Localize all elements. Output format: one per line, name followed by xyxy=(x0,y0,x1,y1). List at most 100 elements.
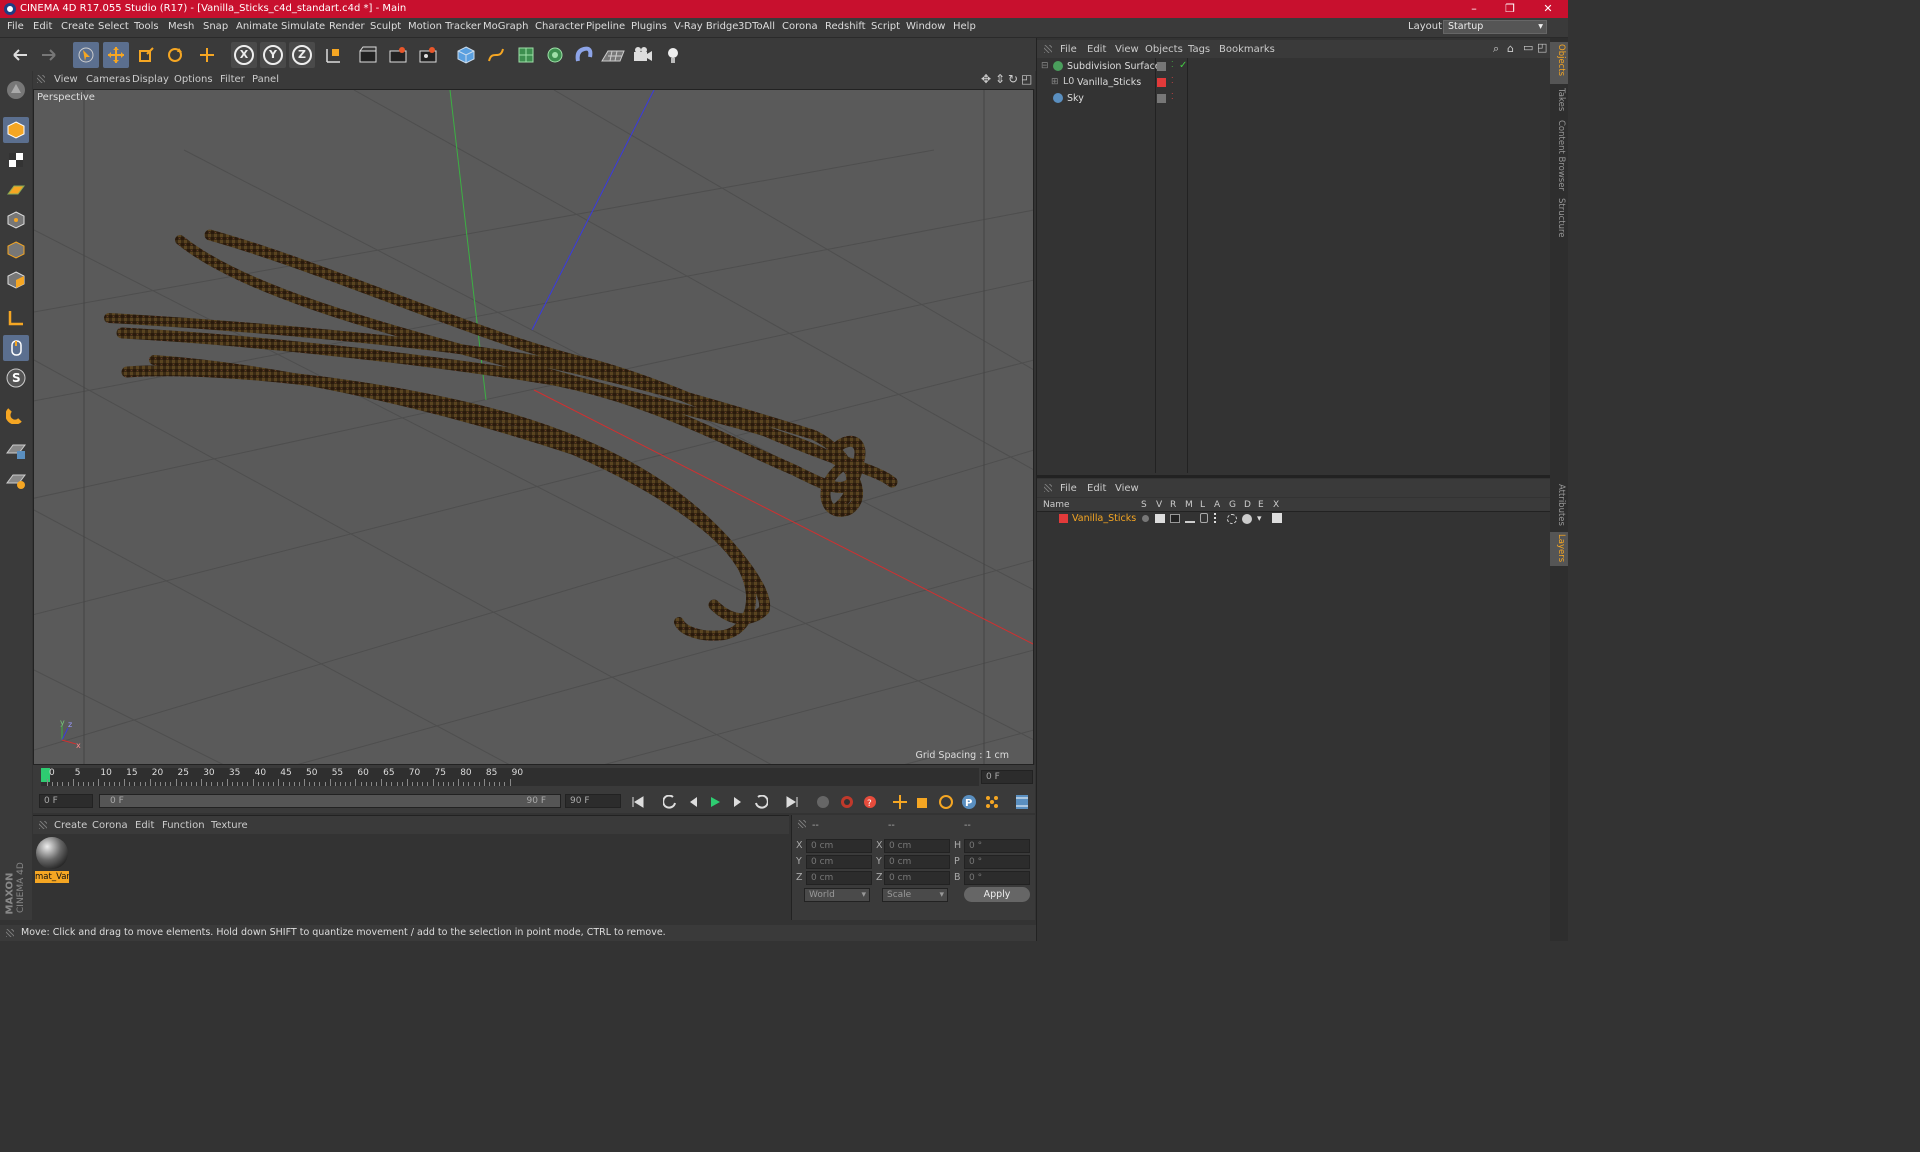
vp-menu-options[interactable]: Options xyxy=(174,74,213,85)
cube-icon[interactable] xyxy=(453,42,479,68)
object-row-sky[interactable]: Sky ⁚ xyxy=(1041,92,1920,108)
key-parameter-icon[interactable]: P xyxy=(960,793,978,811)
obj-menu-view[interactable]: View xyxy=(1115,44,1139,55)
coord-rotation-field[interactable]: 0 ° xyxy=(964,855,1030,869)
menu-snap[interactable]: Snap xyxy=(203,21,228,32)
mat-menu-corona[interactable]: Corona xyxy=(92,820,128,831)
panel-maximize-icon[interactable]: ◰ xyxy=(1537,41,1547,54)
transform-icon[interactable] xyxy=(194,42,220,68)
visibility-dots-icon[interactable]: ⁚ xyxy=(1171,76,1174,85)
maximize-button[interactable]: ❐ xyxy=(1492,0,1528,18)
solo-icon[interactable] xyxy=(3,467,29,493)
coord-size-field[interactable]: 0 cm xyxy=(884,855,950,869)
next-frame-icon[interactable] xyxy=(729,793,747,811)
home-icon[interactable]: ⌂ xyxy=(1507,42,1514,55)
key-pla-icon[interactable] xyxy=(983,793,1001,811)
tab-attributes[interactable]: Attributes xyxy=(1552,484,1566,526)
go-to-end-icon[interactable] xyxy=(783,793,801,811)
menu-window[interactable]: Window xyxy=(906,21,945,32)
vp-menu-panel[interactable]: Panel xyxy=(252,74,279,85)
menu-select[interactable]: Select xyxy=(98,21,129,32)
menu-script[interactable]: Script xyxy=(871,21,900,32)
menu-mograph[interactable]: MoGraph xyxy=(483,21,528,32)
coord-size-field[interactable]: 0 cm xyxy=(884,839,950,853)
vp-menu-cameras[interactable]: Cameras xyxy=(86,74,130,85)
polygons-mode-icon[interactable] xyxy=(3,267,29,293)
layer-menu-view[interactable]: View xyxy=(1115,483,1139,494)
layer-manager-icon[interactable] xyxy=(1185,514,1195,523)
z-axis-lock[interactable]: Z xyxy=(289,42,315,68)
menu-vray-bridge[interactable]: V-Ray Bridge xyxy=(674,21,738,32)
magnet-icon[interactable] xyxy=(3,401,29,427)
menu-mesh[interactable]: Mesh xyxy=(168,21,194,32)
previous-key-icon[interactable] xyxy=(661,793,679,811)
go-to-start-icon[interactable] xyxy=(629,793,647,811)
axis-icon[interactable] xyxy=(3,305,29,331)
coord-size-field[interactable]: 0 cm xyxy=(884,871,950,885)
menu-pipeline[interactable]: Pipeline xyxy=(586,21,625,32)
obj-menu-file[interactable]: File xyxy=(1060,44,1077,55)
deformer-icon[interactable] xyxy=(571,42,597,68)
layer-row[interactable]: Vanilla_Sticks ▾ xyxy=(1037,512,1551,526)
obj-menu-tags[interactable]: Tags xyxy=(1188,44,1210,55)
coord-rotation-field[interactable]: 0 ° xyxy=(964,839,1030,853)
viewport-perspective[interactable]: y z x Perspective Grid Spacing : 1 cm xyxy=(33,89,1034,765)
layout-dropdown[interactable]: Startup ▾ xyxy=(1443,20,1547,34)
pen-spline-icon[interactable] xyxy=(483,42,509,68)
model-mode-icon[interactable] xyxy=(3,117,29,143)
render-picture-viewer-icon[interactable] xyxy=(385,42,411,68)
mat-menu-texture[interactable]: Texture xyxy=(211,820,248,831)
coord-position-field[interactable]: 0 cm xyxy=(806,871,872,885)
layer-animation-icon[interactable] xyxy=(1214,513,1218,523)
texture-mode-icon[interactable] xyxy=(3,147,29,173)
start-frame-field[interactable]: 0 F xyxy=(39,794,93,808)
rotate-icon[interactable] xyxy=(162,42,188,68)
previous-frame-icon[interactable] xyxy=(684,793,702,811)
edges-mode-icon[interactable] xyxy=(3,237,29,263)
menu-3dtoall[interactable]: 3DToAll xyxy=(738,21,775,32)
tab-takes[interactable]: Takes xyxy=(1552,88,1566,111)
menu-plugins[interactable]: Plugins xyxy=(631,21,667,32)
mat-menu-edit[interactable]: Edit xyxy=(135,820,154,831)
select-icon[interactable] xyxy=(73,42,99,68)
redo-icon[interactable] xyxy=(36,42,62,68)
layer-render-icon[interactable] xyxy=(1170,514,1180,523)
tab-structure[interactable]: Structure xyxy=(1552,198,1566,238)
close-button[interactable]: ✕ xyxy=(1530,0,1566,18)
y-axis-lock[interactable]: Y xyxy=(260,42,286,68)
drag-handle-icon[interactable] xyxy=(798,820,806,828)
obj-menu-bookmarks[interactable]: Bookmarks xyxy=(1219,44,1275,55)
camera-icon[interactable] xyxy=(630,42,656,68)
scale-icon[interactable] xyxy=(133,42,159,68)
orbit-icon[interactable]: ↻ xyxy=(1008,72,1018,86)
zoom-icon[interactable]: ⇕ xyxy=(995,72,1005,86)
record-keys-icon[interactable] xyxy=(814,793,832,811)
enabled-check-icon[interactable]: ✓ xyxy=(1179,60,1187,71)
apply-button[interactable]: Apply xyxy=(964,887,1030,902)
vp-menu-view[interactable]: View xyxy=(54,74,78,85)
render-settings-icon[interactable] xyxy=(415,42,441,68)
mat-menu-function[interactable]: Function xyxy=(162,820,205,831)
layer-expressions-icon[interactable]: ▾ xyxy=(1257,514,1262,524)
frame-range-slider[interactable]: 0 F 90 F xyxy=(99,794,561,808)
layer-solo-icon[interactable] xyxy=(1142,515,1149,522)
menu-motion-tracker[interactable]: Motion Tracker xyxy=(408,21,481,32)
mat-menu-create[interactable]: Create xyxy=(54,820,87,831)
menu-create[interactable]: Create xyxy=(61,21,94,32)
coord-position-field[interactable]: 0 cm xyxy=(806,839,872,853)
coord-position-field[interactable]: 0 cm xyxy=(806,855,872,869)
tab-objects[interactable]: Objects xyxy=(1552,44,1566,76)
new-view-icon[interactable]: ▭ xyxy=(1523,41,1533,54)
key-position-icon[interactable] xyxy=(891,793,909,811)
drag-handle-icon[interactable] xyxy=(39,821,47,829)
layer-menu-file[interactable]: File xyxy=(1060,483,1077,494)
subdivision-icon[interactable] xyxy=(513,42,539,68)
points-mode-icon[interactable] xyxy=(3,207,29,233)
object-row-vanilla-sticks[interactable]: ⊞ L0 Vanilla_Sticks ⁚ xyxy=(1041,76,1920,92)
tab-content-browser[interactable]: Content Browser xyxy=(1552,120,1566,191)
layer-color-swatch[interactable] xyxy=(1059,514,1068,523)
timeline-window-icon[interactable] xyxy=(1013,793,1031,811)
play-icon[interactable] xyxy=(706,793,724,811)
world-coords-icon[interactable] xyxy=(320,42,346,68)
layer-visible-icon[interactable] xyxy=(1155,514,1165,523)
